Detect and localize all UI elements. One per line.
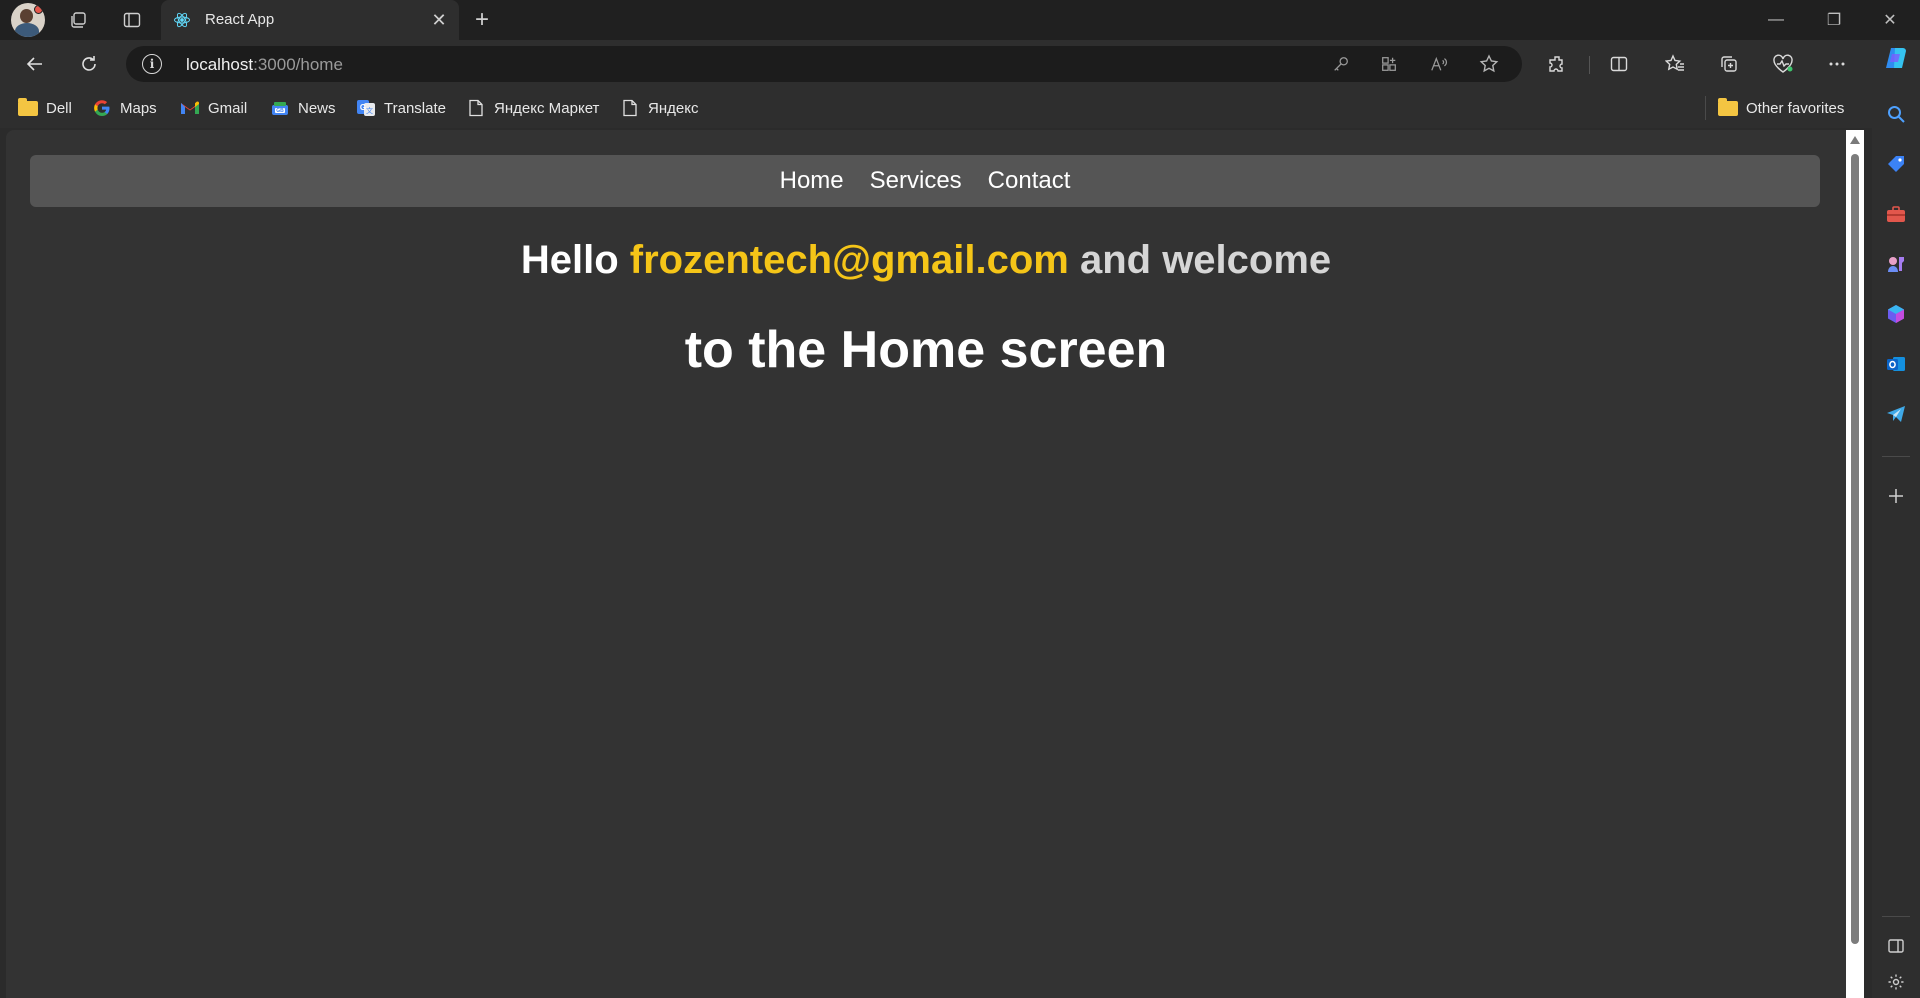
sidebar-settings-gear-icon[interactable] [1880, 966, 1912, 998]
home-screen-heading: to the Home screen [684, 321, 1168, 379]
page-icon [620, 99, 640, 117]
edge-sidebar [1872, 40, 1920, 998]
more-options-icon[interactable] [1820, 48, 1854, 80]
url-path: :3000/home [253, 55, 343, 74]
folder-icon [1718, 97, 1738, 117]
copilot-icon[interactable] [1880, 42, 1912, 74]
key-icon[interactable] [1328, 52, 1354, 76]
greeting-hello: Hello [520, 238, 619, 282]
sidebar-separator [1882, 456, 1910, 457]
favorite-news[interactable]: GB News [270, 96, 336, 120]
site-navbar: Home Services Contact [30, 155, 1820, 207]
app-available-icon[interactable] [1376, 52, 1402, 76]
svg-text:文: 文 [366, 106, 373, 115]
favorite-translate[interactable]: G文 Translate [356, 96, 446, 120]
scrollbar-thumb[interactable] [1851, 154, 1859, 944]
url-text[interactable]: localhost:3000/home [186, 55, 343, 75]
nav-link-contact[interactable]: Contact [988, 167, 1071, 195]
browser-essentials-icon[interactable] [1766, 48, 1800, 80]
google-icon [92, 99, 112, 117]
hide-sidebar-icon[interactable] [1880, 930, 1912, 962]
news-icon: GB [270, 99, 290, 117]
refresh-button[interactable] [72, 48, 106, 80]
sidebar-separator [1882, 916, 1910, 917]
favorite-label: Gmail [208, 99, 248, 117]
workspaces-icon[interactable] [62, 4, 94, 36]
url-host: localhost [186, 55, 254, 74]
favorite-label: Dell [46, 99, 72, 117]
vertical-tabs-icon[interactable] [116, 4, 148, 36]
translate-icon: G文 [356, 99, 376, 117]
favorite-gmail[interactable]: Gmail [180, 96, 247, 120]
tab-close-icon[interactable]: ✕ [427, 8, 451, 32]
extensions-icon[interactable] [1540, 48, 1574, 80]
tab-title: React App [205, 11, 275, 28]
tab-react-app[interactable]: React App ✕ [161, 0, 459, 40]
add-app-plus-icon[interactable] [1880, 480, 1912, 512]
outlook-icon[interactable] [1880, 348, 1912, 380]
search-icon[interactable] [1880, 98, 1912, 130]
favorite-label: Яндекс Маркет [494, 99, 600, 117]
favorites-separator [1705, 96, 1706, 120]
favorite-label: News [298, 99, 336, 117]
favorites-bar: Dell Maps Gmail GB News G文 Translate Янд… [0, 88, 1872, 128]
svg-text:GB: GB [276, 108, 284, 114]
profile-avatar[interactable] [11, 3, 45, 37]
back-button[interactable] [18, 48, 52, 80]
favorite-label: Maps [120, 99, 157, 117]
favorites-icon[interactable] [1658, 48, 1692, 80]
send-telegram-icon[interactable] [1880, 398, 1912, 430]
page-viewport: Home Services Contact Hello frozentech@g… [6, 130, 1846, 998]
folder-icon [18, 97, 38, 117]
read-aloud-icon[interactable] [1426, 52, 1452, 76]
react-logo-icon [173, 11, 191, 29]
gmail-icon [180, 99, 200, 117]
favorite-star-icon[interactable] [1476, 52, 1502, 76]
nav-link-services[interactable]: Services [870, 167, 962, 195]
favorite-label: Яндекс [648, 99, 699, 117]
scroll-up-arrow-icon[interactable] [1850, 136, 1860, 144]
new-tab-button[interactable]: + [466, 4, 498, 36]
tools-briefcase-icon[interactable] [1880, 198, 1912, 230]
close-window-button[interactable]: ✕ [1862, 0, 1918, 40]
user-email: frozentech@gmail.com [629, 238, 1069, 282]
page-icon [466, 99, 486, 117]
toolbar: i localhost:3000/home [0, 40, 1872, 88]
minimize-button[interactable]: — [1748, 0, 1804, 40]
other-favorites[interactable]: Other favorites [1718, 96, 1844, 120]
greeting-heading: Hello frozentech@gmail.com and welcome [6, 238, 1846, 283]
favorite-label: Translate [384, 99, 446, 117]
nav-link-home[interactable]: Home [780, 167, 844, 195]
address-bar[interactable]: i localhost:3000/home [126, 46, 1522, 82]
favorite-yandex-market[interactable]: Яндекс Маркет [466, 96, 599, 120]
games-icon[interactable] [1880, 248, 1912, 280]
split-screen-icon[interactable] [1602, 48, 1636, 80]
microsoft-365-icon[interactable] [1880, 298, 1912, 330]
toolbar-separator [1589, 56, 1590, 74]
site-info-icon[interactable]: i [142, 54, 162, 74]
favorite-dell[interactable]: Dell [18, 96, 72, 120]
shopping-tag-icon[interactable] [1880, 148, 1912, 180]
greeting-welcome: and welcome [1079, 238, 1332, 282]
favorite-yandex[interactable]: Яндекс [620, 96, 698, 120]
collections-icon[interactable] [1712, 48, 1746, 80]
restore-button[interactable]: ❐ [1806, 0, 1862, 40]
other-favorites-label: Other favorites [1746, 99, 1845, 117]
title-bar: React App ✕ + — ❐ ✕ [0, 0, 1920, 40]
favorite-maps[interactable]: Maps [92, 96, 157, 120]
